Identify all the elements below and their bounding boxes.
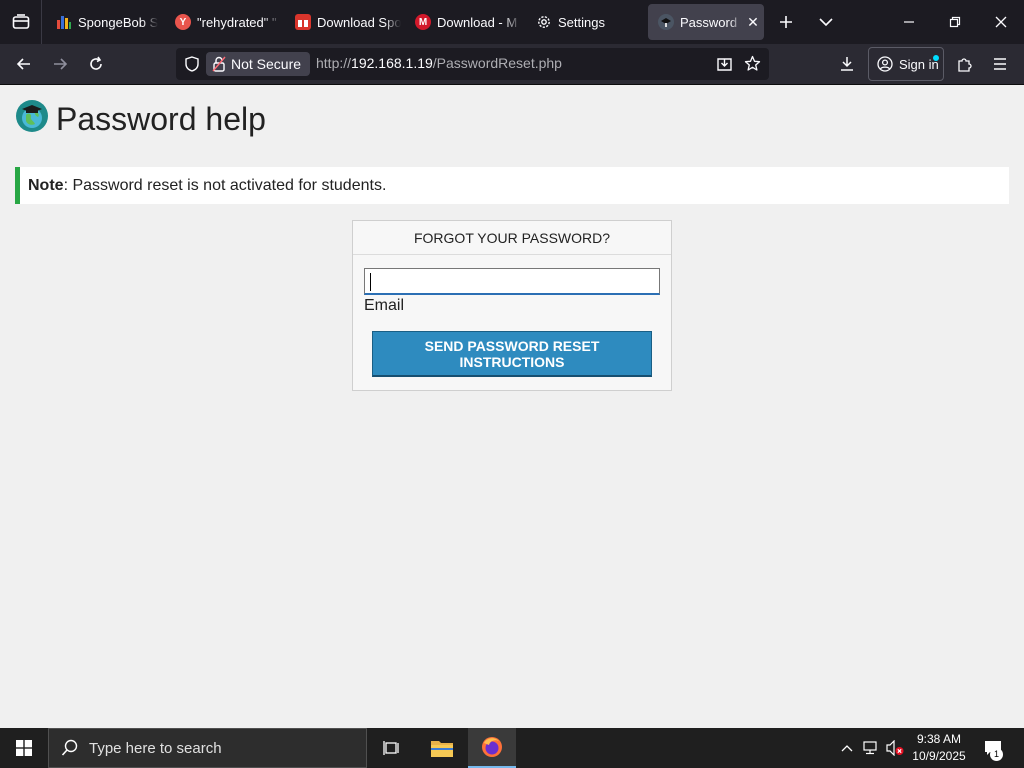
url-scheme: http://	[316, 55, 352, 71]
broken-lock-icon	[212, 56, 226, 72]
notification-dot	[933, 55, 939, 61]
firefox-view-icon	[12, 14, 29, 29]
speaker-muted-icon	[886, 740, 904, 756]
tab-password-help[interactable]: Password he ✕	[648, 4, 764, 40]
url-path: /PasswordReset.php	[432, 55, 562, 71]
search-placeholder: Type here to search	[89, 739, 222, 757]
tab-download-m[interactable]: M Download - M	[405, 4, 521, 40]
puzzle-piece-icon	[958, 58, 972, 72]
note-text: : Password reset is not activated for st…	[63, 176, 387, 194]
school-logo-icon	[658, 14, 674, 30]
tab-settings[interactable]: Settings	[526, 4, 642, 40]
download-icon	[841, 57, 853, 71]
windows-logo-icon	[16, 740, 32, 756]
reload-icon	[90, 56, 102, 70]
forward-button[interactable]	[44, 48, 76, 80]
reload-button[interactable]	[80, 48, 112, 80]
tab-title: Settings	[558, 14, 605, 30]
tab-rehydrated[interactable]: Y "rehydrated" "	[165, 4, 280, 40]
task-view-button[interactable]	[368, 728, 416, 768]
card-header: FORGOT YOUR PASSWORD?	[353, 221, 671, 255]
firefox-view-button[interactable]	[0, 0, 42, 44]
school-globe-logo-icon	[16, 100, 48, 137]
taskbar-clock[interactable]: 9:38 AM 10/9/2025	[908, 731, 970, 765]
tab-spongebob[interactable]: SpongeBob Sc	[46, 4, 158, 40]
close-tab-icon[interactable]: ✕	[742, 14, 764, 31]
volume-button[interactable]	[884, 728, 906, 768]
tab-title: Download - M	[437, 14, 518, 30]
arrow-right-icon	[54, 58, 68, 70]
account-icon	[877, 56, 893, 72]
tab-strip: SpongeBob Sc Y "rehydrated" " Download S…	[0, 0, 1024, 44]
not-secure-badge[interactable]: Not Secure	[206, 52, 310, 76]
bookmark-star-icon[interactable]	[744, 55, 761, 77]
file-explorer-button[interactable]	[418, 728, 466, 768]
minimize-icon	[904, 21, 914, 23]
text-caret	[370, 273, 371, 291]
network-icon	[862, 741, 877, 755]
close-icon	[995, 16, 1007, 28]
tab-title: "rehydrated" "	[197, 14, 277, 30]
app-menu-button[interactable]	[984, 48, 1016, 80]
url-host: 192.168.1.19	[351, 55, 433, 71]
save-to-pocket-icon[interactable]	[716, 56, 733, 77]
chevron-down-icon	[819, 18, 833, 27]
arrow-left-icon	[16, 58, 30, 70]
tab-title: Download Spo	[317, 14, 401, 30]
notification-center-button[interactable]: 1	[978, 728, 1008, 768]
navigation-toolbar: Not Secure http://192.168.1.19/PasswordR…	[0, 44, 1024, 85]
gear-icon	[536, 14, 552, 30]
bars-icon	[56, 14, 72, 30]
hamburger-menu-icon	[994, 58, 1006, 70]
extensions-button[interactable]	[948, 48, 980, 80]
m-logo-icon: M	[415, 14, 431, 30]
close-window-button[interactable]	[981, 0, 1021, 44]
network-button[interactable]	[860, 728, 882, 768]
taskbar-search-box[interactable]: Type here to search	[48, 728, 367, 768]
tab-download-spo[interactable]: Download Spo	[285, 4, 401, 40]
notification-count-badge: 1	[990, 748, 1003, 761]
back-button[interactable]	[8, 48, 40, 80]
list-all-tabs-button[interactable]	[806, 0, 846, 44]
page-header: Password help	[16, 100, 266, 137]
folder-icon	[431, 741, 453, 757]
email-field[interactable]	[364, 268, 660, 295]
tab-title: Password he	[680, 14, 742, 30]
email-label: Email	[364, 297, 405, 314]
note-banner: Note: Password reset is not activated fo…	[15, 167, 1009, 204]
clock-time: 9:38 AM	[916, 732, 962, 746]
plus-icon	[780, 16, 792, 28]
minimize-button[interactable]	[889, 0, 929, 44]
sign-in-button[interactable]: Sign in	[868, 47, 944, 81]
chevron-up-icon	[841, 745, 853, 752]
task-view-icon	[383, 741, 399, 755]
y-logo-icon: Y	[175, 14, 191, 30]
clock-date: 10/9/2025	[912, 749, 966, 763]
page-title: Password help	[56, 100, 266, 137]
forgot-password-card: FORGOT YOUR PASSWORD? Email SEND PASSWOR…	[352, 220, 672, 391]
note-label: Note	[28, 176, 64, 194]
send-reset-instructions-button[interactable]: SEND PASSWORD RESET INSTRUCTIONS	[372, 331, 652, 377]
gift-icon	[295, 14, 311, 30]
firefox-taskbar-button[interactable]	[468, 728, 516, 768]
firefox-logo-icon	[482, 737, 502, 757]
new-tab-button[interactable]	[766, 0, 806, 44]
search-icon	[61, 739, 78, 756]
not-secure-label: Not Secure	[231, 56, 302, 72]
address-bar[interactable]: Not Secure http://192.168.1.19/PasswordR…	[176, 48, 769, 80]
url-text[interactable]: http://192.168.1.19/PasswordReset.php	[316, 55, 562, 71]
restore-button[interactable]	[935, 0, 975, 44]
windows-taskbar: Type here to search 9:38 AM 10/9/2025 1	[0, 728, 1024, 768]
tab-title: SpongeBob Sc	[78, 14, 158, 30]
downloads-button[interactable]	[831, 48, 863, 80]
restore-icon	[949, 16, 961, 28]
shield-icon[interactable]	[184, 56, 200, 77]
start-button[interactable]	[0, 728, 48, 768]
show-hidden-icons-button[interactable]	[836, 728, 858, 768]
